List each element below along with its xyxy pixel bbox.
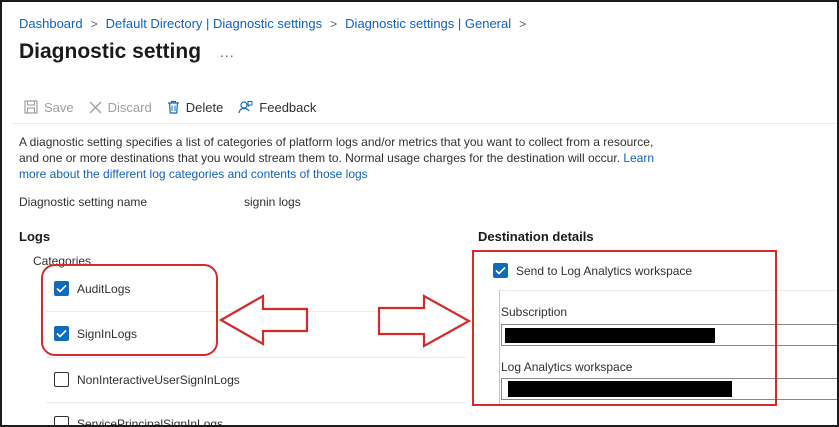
row-divider: [46, 402, 466, 403]
breadcrumb-separator: >: [519, 16, 527, 31]
toolbar-divider: [12, 123, 837, 124]
breadcrumb-diagnostic-settings[interactable]: Default Directory | Diagnostic settings: [106, 16, 323, 31]
row-divider: [46, 357, 466, 358]
discard-button[interactable]: Discard: [89, 100, 152, 115]
discard-label: Discard: [107, 99, 152, 115]
annotation-highlight-logs: [41, 264, 218, 356]
description: A diagnostic setting specifies a list of…: [19, 134, 659, 182]
save-icon: [24, 100, 38, 114]
command-bar: Save Discard Delete Feedback: [24, 97, 331, 117]
breadcrumb-dashboard[interactable]: Dashboard: [19, 16, 83, 31]
feedback-button[interactable]: Feedback: [238, 100, 316, 115]
breadcrumb: Dashboard > Default Directory | Diagnost…: [19, 16, 534, 31]
annotation-left-arrow-icon: [219, 294, 309, 346]
log-category-label: NonInteractiveUserSignInLogs: [77, 372, 240, 387]
delete-button[interactable]: Delete: [167, 99, 224, 115]
annotation-highlight-destination: [472, 250, 777, 406]
breadcrumb-separator: >: [90, 16, 98, 31]
log-category-serviceprincipalsigninlogs[interactable]: ServicePrincipalSignInLogs: [54, 416, 224, 427]
save-label: Save: [44, 99, 74, 115]
delete-label: Delete: [185, 99, 224, 115]
page-title: Diagnostic setting: [19, 40, 202, 63]
logs-heading: Logs: [19, 229, 51, 244]
feedback-label: Feedback: [259, 99, 317, 115]
screenshot-frame: Dashboard > Default Directory | Diagnost…: [0, 0, 839, 427]
setting-name-label: Diagnostic setting name: [19, 195, 148, 209]
checkbox-unchecked[interactable]: [54, 372, 69, 387]
log-category-label: ServicePrincipalSignInLogs: [77, 416, 224, 427]
breadcrumb-diagnostic-settings-general[interactable]: Diagnostic settings | General: [345, 16, 511, 31]
more-options-button[interactable]: ...: [220, 44, 235, 60]
breadcrumb-separator: >: [330, 16, 338, 31]
feedback-icon: [238, 101, 253, 114]
save-button[interactable]: Save: [24, 100, 74, 115]
annotation-right-arrow-icon: [377, 294, 471, 348]
close-icon: [89, 101, 102, 113]
trash-icon: [167, 100, 179, 114]
checkbox-unchecked[interactable]: [54, 416, 69, 425]
description-text: A diagnostic setting specifies a list of…: [19, 135, 654, 165]
log-category-noninteractiveusersigninlogs[interactable]: NonInteractiveUserSignInLogs: [54, 372, 240, 387]
setting-name-value[interactable]: signin logs: [244, 195, 301, 209]
destination-heading: Destination details: [478, 229, 594, 244]
